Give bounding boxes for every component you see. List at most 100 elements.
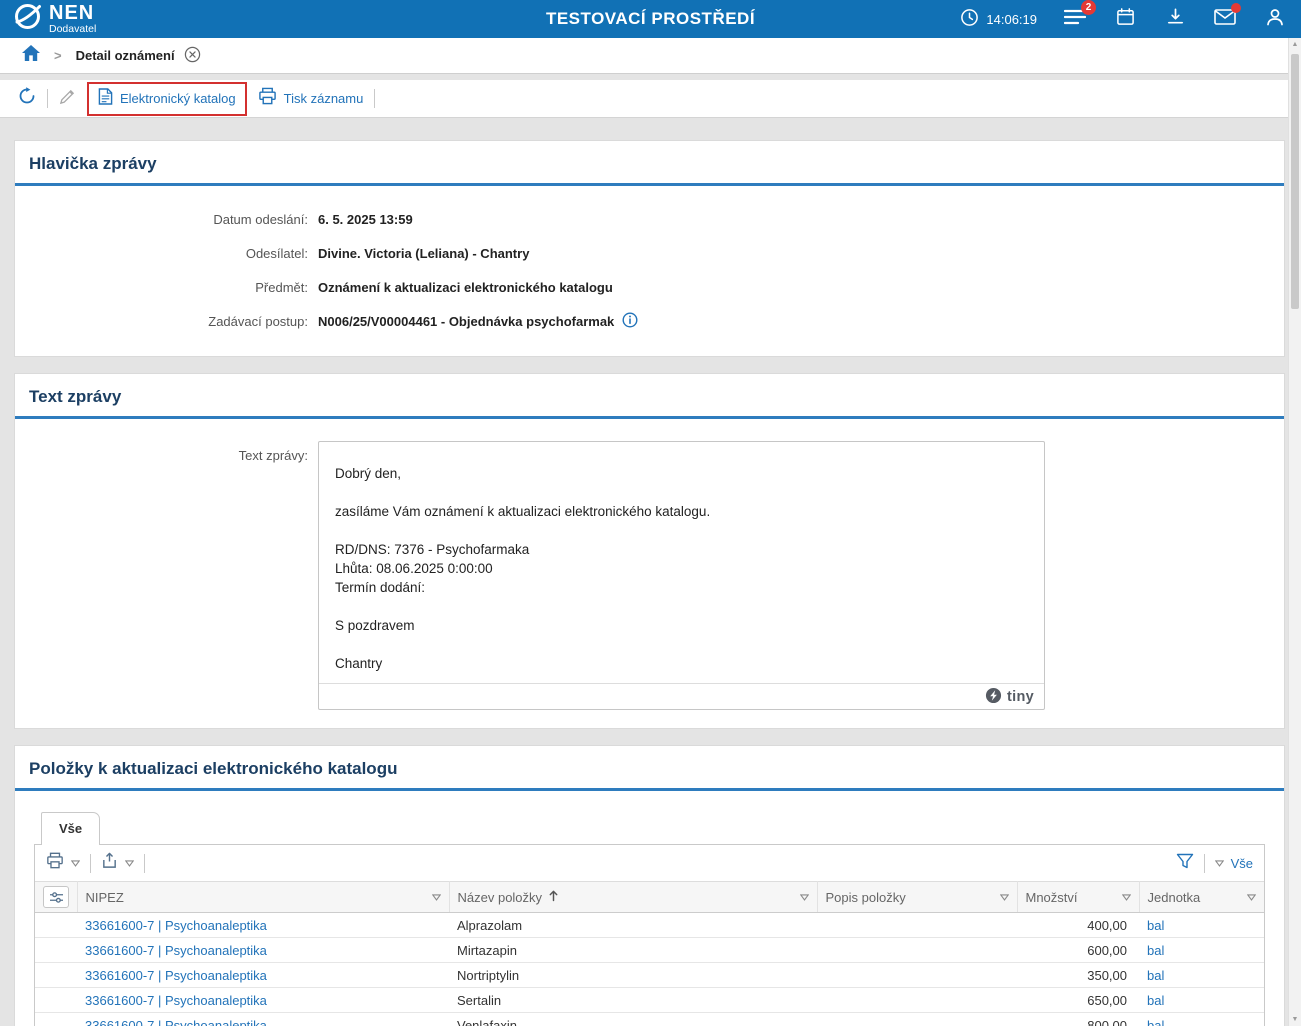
column-label: Popis položky	[826, 890, 906, 905]
message-text-label: Text zprávy:	[15, 441, 308, 710]
column-label: Množství	[1026, 890, 1078, 905]
person-icon	[1265, 7, 1285, 32]
tab-vse[interactable]: Vše	[41, 812, 100, 845]
downloads-button[interactable]	[1163, 7, 1187, 31]
info-icon[interactable]	[622, 312, 638, 331]
item-desc	[817, 913, 1017, 938]
pencil-icon	[59, 88, 76, 110]
column-chooser-button[interactable]	[43, 886, 69, 908]
close-tab-icon[interactable]	[184, 46, 201, 66]
message-body-text: Dobrý den, zasíláme Vám oznámení k aktua…	[319, 442, 1044, 683]
nipez-link[interactable]: 33661600-7 | Psychoanaleptika	[77, 988, 449, 1013]
row-icon-cell	[35, 913, 77, 938]
clock-icon	[960, 8, 979, 30]
table-row[interactable]: 33661600-7 | Psychoanaleptika Nortriptyl…	[35, 963, 1264, 988]
electronic-catalog-label: Elektronický katalog	[120, 91, 236, 106]
unit-link[interactable]: bal	[1139, 988, 1264, 1013]
electronic-catalog-button[interactable]: Elektronický katalog	[87, 82, 247, 116]
field-odesilatel: Odesílatel: Divine. Victoria (Leliana) -…	[15, 236, 1284, 270]
nipez-link[interactable]: 33661600-7 | Psychoanaleptika	[77, 913, 449, 938]
scrollbar-up-arrow[interactable]: ▲	[1289, 38, 1301, 51]
row-icon-cell	[35, 1013, 77, 1026]
column-header-mnozstvi[interactable]: Množství	[1017, 882, 1139, 913]
home-button[interactable]	[20, 45, 42, 67]
column-label: Jednotka	[1148, 890, 1201, 905]
filter-chevron-icon[interactable]	[1000, 894, 1009, 901]
table-row[interactable]: 33661600-7 | Psychoanaleptika Mirtazapin…	[35, 938, 1264, 963]
column-settings-header	[35, 882, 77, 913]
breadcrumb: > Detail oznámení	[0, 38, 1301, 74]
item-desc	[817, 988, 1017, 1013]
divider	[1204, 854, 1205, 873]
filter-chevron-icon[interactable]	[1122, 894, 1131, 901]
item-qty: 600,00	[1017, 938, 1139, 963]
unit-link[interactable]: bal	[1139, 1013, 1264, 1026]
unit-link[interactable]: bal	[1139, 938, 1264, 963]
tab-label: Detail oznámení	[76, 48, 175, 63]
print-record-button[interactable]: Tisk záznamu	[258, 87, 364, 110]
section-title-message-header: Hlavička zprávy	[15, 141, 1284, 183]
message-header-fields: Datum odeslání: 6. 5. 2025 13:59 Odesíla…	[15, 186, 1284, 356]
catalog-items-panel: Položky k aktualizaci elektronického kat…	[14, 745, 1285, 1026]
print-record-label: Tisk záznamu	[284, 91, 364, 106]
nipez-link[interactable]: 33661600-7 | Psychoanaleptika	[77, 938, 449, 963]
field-value: Divine. Victoria (Leliana) - Chantry	[318, 246, 529, 261]
message-text-row: Text zprávy: Dobrý den, zasíláme Vám ozn…	[15, 419, 1284, 728]
item-qty: 350,00	[1017, 963, 1139, 988]
nipez-link[interactable]: 33661600-7 | Psychoanaleptika	[77, 963, 449, 988]
message-text-panel: Text zprávy Text zprávy: Dobrý den, zasí…	[14, 373, 1285, 729]
chevron-down-icon	[125, 860, 134, 867]
filter-chevron-icon[interactable]	[800, 894, 809, 901]
vertical-scrollbar[interactable]: ▲ ▼	[1288, 38, 1301, 1026]
grid-print-button[interactable]	[46, 852, 80, 874]
time-value: 14:06:19	[986, 12, 1037, 27]
grid-export-button[interactable]	[101, 852, 134, 874]
filter-chevron-icon[interactable]	[432, 894, 441, 901]
items-area: Vše	[15, 791, 1284, 1026]
messages-button[interactable]	[1213, 7, 1237, 31]
item-desc	[817, 938, 1017, 963]
calendar-button[interactable]	[1113, 7, 1137, 31]
items-table: NIPEZ Název položky	[35, 881, 1264, 1026]
tab-detail-oznameni[interactable]: Detail oznámení	[74, 42, 203, 70]
filter-chevron-icon[interactable]	[1247, 894, 1256, 901]
edit-button[interactable]	[59, 88, 76, 110]
scrollbar-thumb[interactable]	[1291, 54, 1299, 309]
column-label: NIPEZ	[86, 890, 124, 905]
field-label: Předmět:	[15, 280, 308, 295]
notifications-menu-button[interactable]: 2	[1063, 7, 1087, 31]
grid-filter-button[interactable]	[1176, 853, 1194, 874]
nen-logo[interactable]: NEN Dodavatel	[14, 3, 96, 35]
table-row[interactable]: 33661600-7 | Psychoanaleptika Sertalin 6…	[35, 988, 1264, 1013]
scrollbar-down-arrow[interactable]: ▼	[1289, 1013, 1301, 1026]
unit-link[interactable]: bal	[1139, 913, 1264, 938]
grid-view-label: Vše	[1231, 856, 1253, 871]
catalog-document-icon	[98, 88, 113, 110]
column-header-jednotka[interactable]: Jednotka	[1139, 882, 1264, 913]
nipez-link[interactable]: 33661600-7 | Psychoanaleptika	[77, 1013, 449, 1026]
app-window: NEN Dodavatel TESTOVACÍ PROSTŘEDÍ 14:06:…	[0, 0, 1301, 1026]
table-row[interactable]: 33661600-7 | Psychoanaleptika Venlafaxin…	[35, 1013, 1264, 1026]
session-time: 14:06:19	[960, 8, 1037, 30]
column-header-nazev-polozky[interactable]: Název položky	[449, 882, 817, 913]
field-label: Zadávací postup:	[15, 314, 308, 329]
user-profile-button[interactable]	[1263, 7, 1287, 31]
record-toolbar: Elektronický katalog Tisk záznamu	[0, 80, 1301, 118]
item-name: Venlafaxin	[449, 1013, 817, 1026]
column-header-popis-polozky[interactable]: Popis položky	[817, 882, 1017, 913]
item-name: Nortriptylin	[449, 963, 817, 988]
rich-text-editor: Dobrý den, zasíláme Vám oznámení k aktua…	[318, 441, 1045, 710]
grid-view-select[interactable]: Vše	[1215, 856, 1253, 871]
unit-link[interactable]: bal	[1139, 963, 1264, 988]
column-header-nipez[interactable]: NIPEZ	[77, 882, 449, 913]
grid-toolbar: Vše	[35, 845, 1264, 881]
column-label: Název položky	[458, 890, 543, 905]
table-row[interactable]: 33661600-7 | Psychoanaleptika Alprazolam…	[35, 913, 1264, 938]
divider	[90, 854, 91, 873]
history-button[interactable]	[18, 87, 36, 110]
field-value: N006/25/V00004461 - Objednávka psychofar…	[318, 314, 614, 329]
chevron-down-icon	[1215, 860, 1224, 867]
item-qty: 400,00	[1017, 913, 1139, 938]
item-qty: 650,00	[1017, 988, 1139, 1013]
brand-name: NEN	[49, 3, 96, 23]
